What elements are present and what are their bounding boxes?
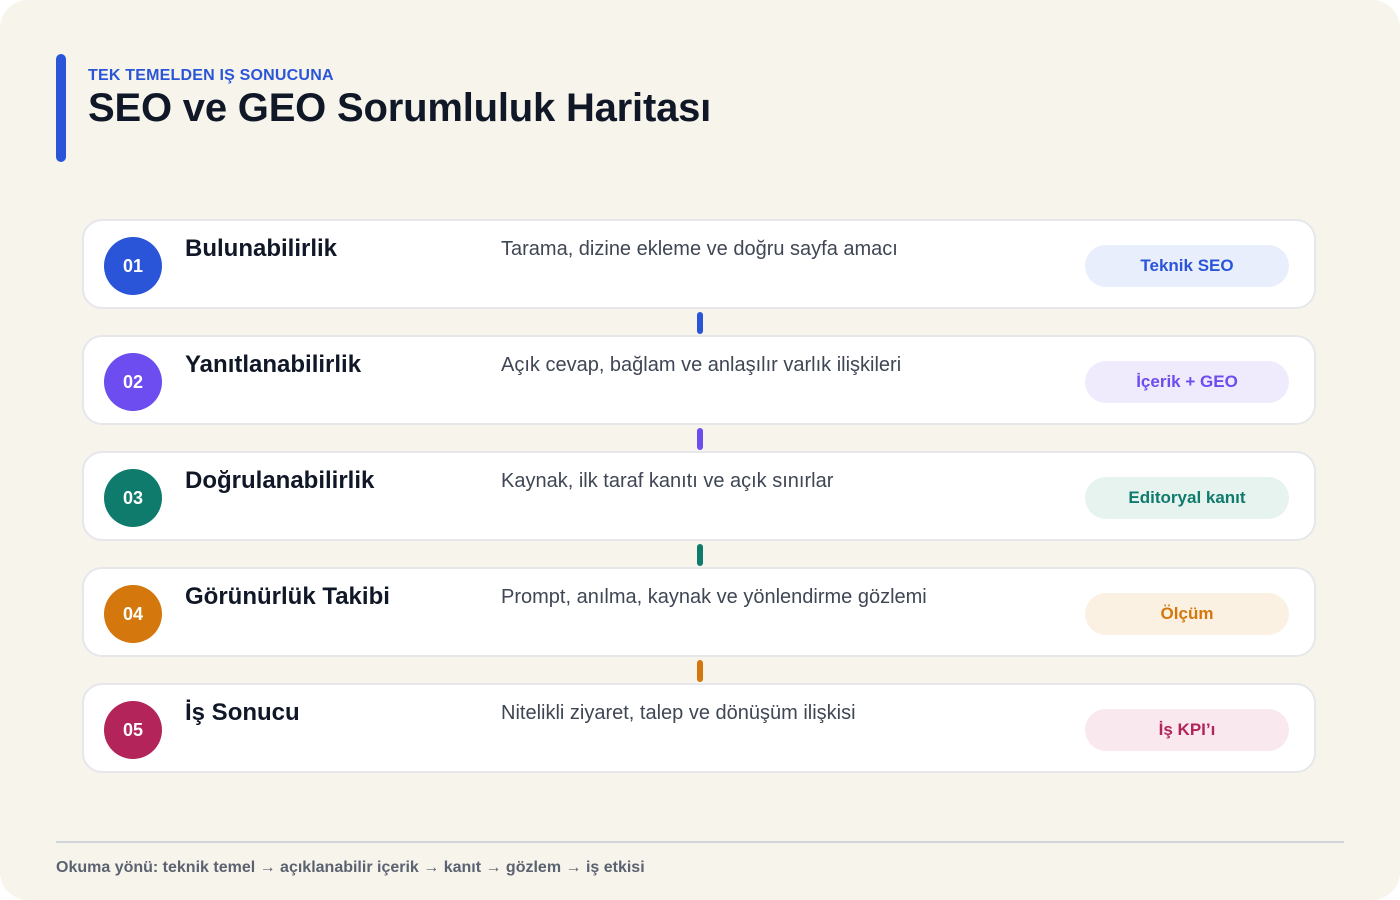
step-tag: İçerik + GEO	[1085, 361, 1289, 403]
step-card-4: 04 Görünürlük Takibi Prompt, anılma, kay…	[82, 567, 1316, 657]
step-number-badge: 02	[104, 353, 162, 411]
step-title: Görünürlük Takibi	[185, 583, 390, 610]
step-card-5: 05 İş Sonucu Nitelikli ziyaret, talep ve…	[82, 683, 1316, 773]
step-tag: İş KPI’ı	[1085, 709, 1289, 751]
step-title: Yanıtlanabilirlik	[185, 351, 362, 378]
step-card-2: 02 Yanıtlanabilirlik Açık cevap, bağlam …	[82, 335, 1316, 425]
step-description: Nitelikli ziyaret, talep ve dönüşüm iliş…	[501, 702, 856, 724]
page-title: SEO ve GEO Sorumluluk Haritası	[88, 86, 712, 130]
step-title: Doğrulanabilirlik	[185, 467, 375, 494]
step-title: İş Sonucu	[185, 699, 300, 726]
connector-2-3	[697, 428, 703, 450]
reading-direction-note: Okuma yönü: teknik temel → açıklanabilir…	[56, 859, 645, 876]
step-card-3: 03 Doğrulanabilirlik Kaynak, ilk taraf k…	[82, 451, 1316, 541]
connector-1-2	[697, 312, 703, 334]
diagram-canvas: TEK TEMELDEN IŞ SONUCUNA SEO ve GEO Soru…	[0, 0, 1400, 900]
connector-4-5	[697, 660, 703, 682]
step-description: Açık cevap, bağlam ve anlaşılır varlık i…	[501, 354, 902, 376]
step-number-badge: 04	[104, 585, 162, 643]
step-description: Tarama, dizine ekleme ve doğru sayfa ama…	[501, 238, 898, 260]
step-description: Prompt, anılma, kaynak ve yönlendirme gö…	[501, 586, 927, 608]
connector-3-4	[697, 544, 703, 566]
step-description: Kaynak, ilk taraf kanıtı ve açık sınırla…	[501, 470, 834, 492]
step-title: Bulunabilirlik	[185, 235, 338, 262]
step-tag: Ölçüm	[1085, 593, 1289, 635]
step-tag: Teknik SEO	[1085, 245, 1289, 287]
step-tag: Editoryal kanıt	[1085, 477, 1289, 519]
step-number-badge: 05	[104, 701, 162, 759]
eyebrow-label: TEK TEMELDEN IŞ SONUCUNA	[88, 67, 334, 84]
footer-divider	[56, 841, 1344, 843]
step-number-badge: 01	[104, 237, 162, 295]
step-card-1: 01 Bulunabilirlik Tarama, dizine ekleme …	[82, 219, 1316, 309]
accent-bar	[56, 54, 66, 162]
step-number-badge: 03	[104, 469, 162, 527]
